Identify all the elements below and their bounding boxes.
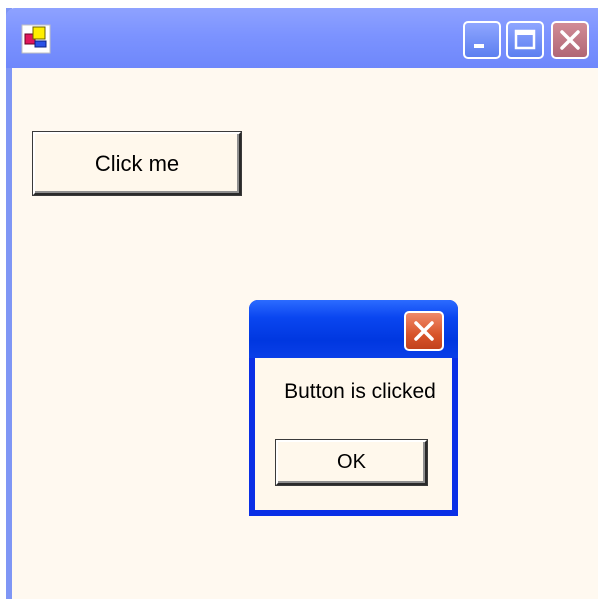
dialog-titlebar[interactable] <box>249 300 458 358</box>
minimize-button[interactable] <box>463 21 501 59</box>
minimize-icon <box>474 44 484 48</box>
ok-button[interactable]: OK <box>276 440 427 485</box>
dialog-body: Button is clicked OK <box>255 358 452 510</box>
maximize-icon <box>514 29 536 50</box>
dialog-message: Button is clicked <box>284 380 436 403</box>
window-close-button[interactable] <box>551 21 589 59</box>
maximize-button[interactable] <box>506 21 544 59</box>
app-icon[interactable] <box>21 24 51 54</box>
close-icon <box>560 30 580 50</box>
message-dialog: Button is clicked OK <box>249 300 458 516</box>
close-icon <box>414 321 434 341</box>
window-titlebar[interactable] <box>6 8 598 68</box>
click-me-button[interactable]: Click me <box>33 132 241 195</box>
dialog-close-button[interactable] <box>404 311 444 351</box>
